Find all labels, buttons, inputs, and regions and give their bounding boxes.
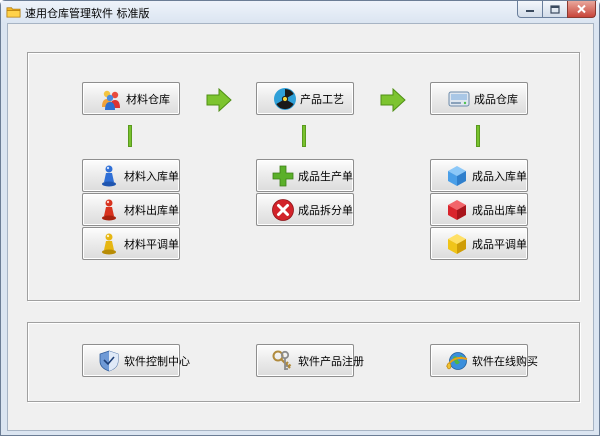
finished-transfer-button[interactable]: 成品平调单 <box>430 227 528 260</box>
close-button[interactable] <box>567 1 596 18</box>
product-craft-label: 产品工艺 <box>300 92 344 106</box>
finished-split-label: 成品拆分单 <box>298 203 353 217</box>
product-register-label: 软件产品注册 <box>298 354 364 368</box>
radiation-icon <box>274 87 296 110</box>
control-center-label: 软件控制中心 <box>124 354 190 368</box>
maximize-button[interactable] <box>542 1 568 18</box>
online-purchase-label: 软件在线购买 <box>472 354 538 368</box>
title-bar[interactable]: 速用仓库管理软件 标准版 <box>1 1 599 23</box>
yellow-pawn-icon <box>102 233 116 254</box>
window-title: 速用仓库管理软件 标准版 <box>25 7 150 20</box>
materials-outbound-button[interactable]: 材料出库单 <box>82 193 180 226</box>
finished-goods-warehouse-button[interactable]: 成品仓库 <box>430 82 528 115</box>
blue-pawn-icon <box>102 165 116 186</box>
connector-bar <box>476 125 480 147</box>
materials-transfer-button[interactable]: 材料平调单 <box>82 227 180 260</box>
finished-production-label: 成品生产单 <box>298 169 353 183</box>
materials-inbound-button[interactable]: 材料入库单 <box>82 159 180 192</box>
materials-inbound-label: 材料入库单 <box>124 169 179 183</box>
drive-icon <box>448 91 470 106</box>
close-icon <box>577 4 586 14</box>
folder-icon <box>6 7 21 18</box>
materials-outbound-label: 材料出库单 <box>124 203 179 217</box>
finished-inbound-label: 成品入库单 <box>472 169 527 183</box>
maximize-icon <box>550 4 560 14</box>
arrow-right-icon <box>206 88 232 112</box>
online-purchase-button[interactable]: 软件在线购买 <box>430 344 538 377</box>
product-craft-button[interactable]: 产品工艺 <box>256 82 354 115</box>
connector-bar <box>128 125 132 147</box>
red-cube-icon <box>448 199 466 220</box>
plus-icon <box>272 165 294 186</box>
delete-icon <box>272 198 294 221</box>
materials-transfer-label: 材料平调单 <box>124 237 179 251</box>
materials-warehouse-button[interactable]: 材料仓库 <box>82 82 180 115</box>
finished-transfer-label: 成品平调单 <box>472 237 527 251</box>
workflow-panel: 材料仓库 产品工艺 成品仓库 材料入库单 材料出库单 材料平调单 成品生产单 成… <box>27 52 580 301</box>
shield-icon <box>99 350 119 371</box>
minimize-button[interactable] <box>517 1 543 18</box>
client-area: 材料仓库 产品工艺 成品仓库 材料入库单 材料出库单 材料平调单 成品生产单 成… <box>7 23 594 431</box>
red-pawn-icon <box>102 199 116 220</box>
finished-production-button[interactable]: 成品生产单 <box>256 159 354 192</box>
software-panel: 软件控制中心 软件产品注册 软件在线购买 <box>27 322 580 402</box>
finished-outbound-label: 成品出库单 <box>472 203 527 217</box>
finished-split-button[interactable]: 成品拆分单 <box>256 193 354 226</box>
finished-goods-warehouse-label: 成品仓库 <box>474 92 518 106</box>
arrow-right-icon <box>380 88 406 112</box>
finished-outbound-button[interactable]: 成品出库单 <box>430 193 528 226</box>
globe-icon <box>446 351 468 370</box>
yellow-cube-icon <box>448 233 466 254</box>
blue-cube-icon <box>448 165 466 186</box>
minimize-icon <box>526 10 534 12</box>
materials-warehouse-label: 材料仓库 <box>126 92 170 106</box>
control-center-button[interactable]: 软件控制中心 <box>82 344 190 377</box>
product-register-button[interactable]: 软件产品注册 <box>256 344 364 377</box>
app-window: 速用仓库管理软件 标准版 材料仓库 产品工艺 成品仓库 材料入库单 材料出库单 … <box>0 0 600 436</box>
people-group-icon <box>102 90 120 110</box>
connector-bar <box>302 125 306 147</box>
finished-inbound-button[interactable]: 成品入库单 <box>430 159 528 192</box>
keys-icon <box>272 350 292 370</box>
